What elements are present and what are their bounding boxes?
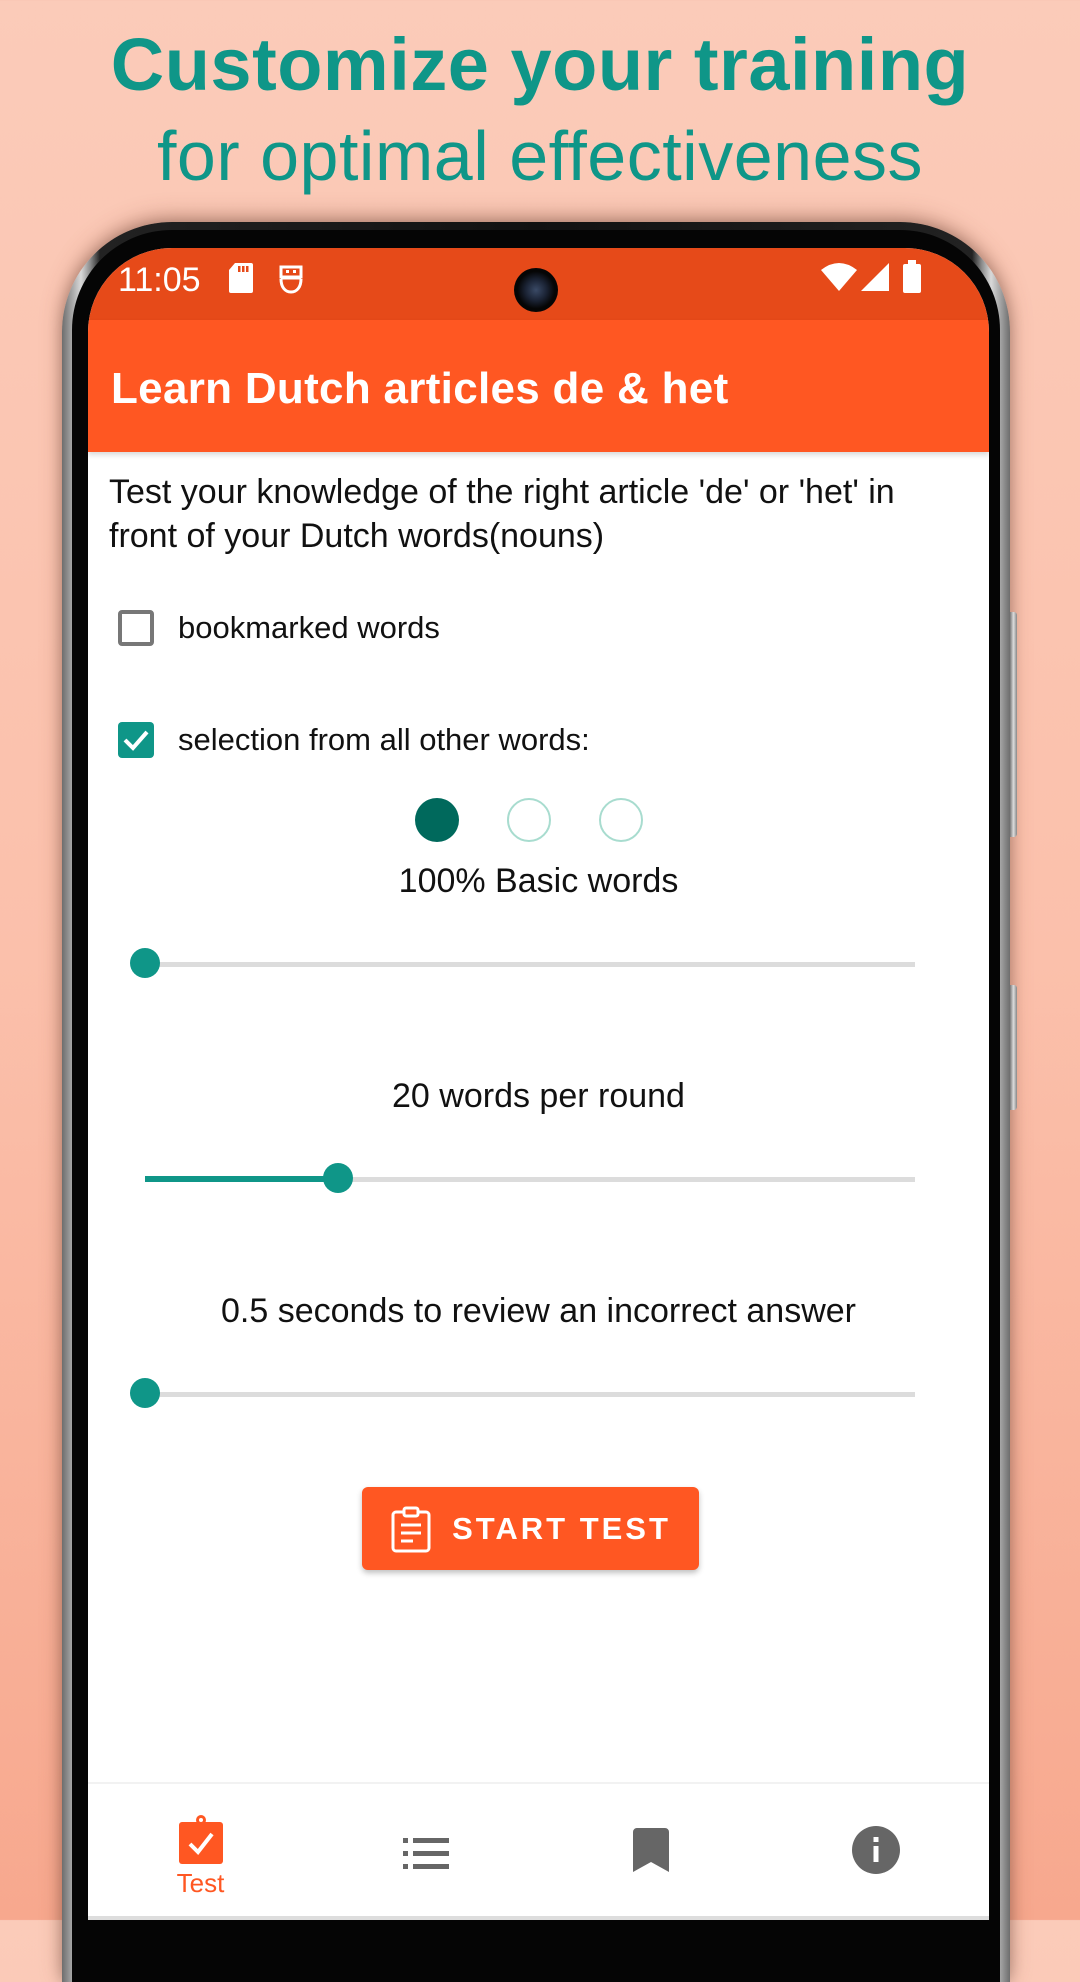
level-dot-1[interactable] xyxy=(415,798,459,842)
review-time-slider[interactable] xyxy=(130,1376,915,1412)
phone-screen: 11:05 Learn Dutch articles de & het Test… xyxy=(88,248,989,1920)
slider-thumb[interactable] xyxy=(130,948,160,978)
slider-track xyxy=(145,962,915,967)
app-bar: Learn Dutch articles de & het xyxy=(88,320,989,452)
slider-thumb[interactable] xyxy=(130,1378,160,1408)
level-selector xyxy=(88,798,989,844)
bookmarked-words-label: bookmarked words xyxy=(178,610,440,645)
promo-headline: Customize your training xyxy=(110,23,970,106)
info-icon xyxy=(851,1826,900,1874)
front-camera xyxy=(514,268,558,312)
clipboard-check-icon xyxy=(178,1815,223,1864)
nav-tab-info[interactable] xyxy=(763,1784,988,1920)
slider-thumb[interactable] xyxy=(322,1163,353,1193)
app-notification-icon xyxy=(277,261,305,300)
review-time-caption: 0.5 seconds to review an incorrect answe… xyxy=(221,1292,856,1330)
wifi-icon xyxy=(820,262,858,297)
list-icon xyxy=(402,1838,449,1869)
level-dot-3[interactable] xyxy=(599,798,643,842)
all-other-words-checkbox[interactable] xyxy=(118,722,154,758)
sd-card-icon xyxy=(228,262,254,299)
status-time: 11:05 xyxy=(118,261,201,299)
start-test-label: START TEST xyxy=(452,1510,671,1546)
bottom-navigation: Test xyxy=(88,1782,989,1920)
slider-track xyxy=(145,1392,915,1397)
words-per-round-caption: 20 words per round xyxy=(392,1077,685,1115)
words-per-round-slider[interactable] xyxy=(145,1161,915,1197)
start-test-button[interactable]: START TEST xyxy=(362,1487,699,1570)
slider-fill xyxy=(145,1176,338,1182)
phone-power-button xyxy=(1010,985,1017,1110)
nav-tab-bookmarks[interactable] xyxy=(538,1784,763,1920)
word-mix-caption: 100% Basic words xyxy=(398,862,679,900)
checkmark-icon xyxy=(123,730,149,751)
phone-volume-button xyxy=(1010,612,1017,837)
status-bar: 11:05 xyxy=(88,248,989,320)
all-other-words-label: selection from all other words: xyxy=(178,722,590,757)
system-nav-strip xyxy=(88,1916,989,1920)
nav-tab-test[interactable]: Test xyxy=(88,1784,313,1920)
bookmark-icon xyxy=(632,1828,669,1872)
clipboard-icon xyxy=(391,1506,431,1552)
nav-tab-test-label: Test xyxy=(176,1868,225,1898)
description-text: Test your knowledge of the right article… xyxy=(109,473,895,555)
promo-subheadline: for optimal effectiveness xyxy=(156,117,924,195)
word-mix-slider[interactable] xyxy=(130,946,915,982)
level-dot-2[interactable] xyxy=(507,798,551,842)
signal-icon xyxy=(860,262,890,297)
bookmarked-words-checkbox[interactable] xyxy=(118,610,154,646)
bookmarked-words-option[interactable]: bookmarked words xyxy=(118,610,440,646)
app-title: Learn Dutch articles de & het xyxy=(111,364,729,413)
nav-tab-list[interactable] xyxy=(313,1784,538,1920)
all-other-words-option[interactable]: selection from all other words: xyxy=(118,722,590,758)
battery-icon xyxy=(902,260,922,299)
